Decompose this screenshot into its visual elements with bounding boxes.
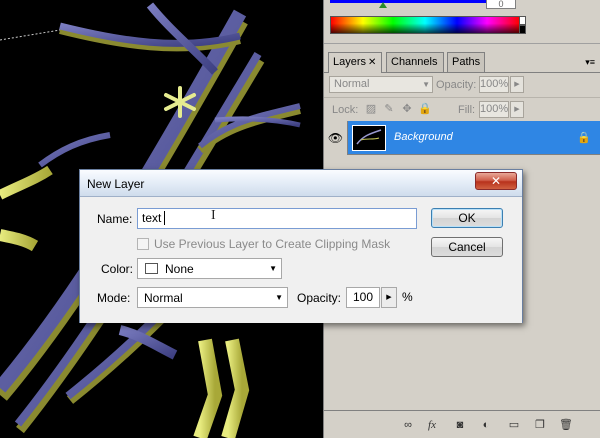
tab-close-icon[interactable]: ✕ bbox=[368, 57, 376, 68]
layer-name[interactable]: Background bbox=[394, 131, 453, 143]
spectrum-black-swatch[interactable] bbox=[520, 25, 526, 34]
dialog-content: Name: text I Use Previous Layer to Creat… bbox=[80, 198, 522, 323]
divider bbox=[324, 97, 600, 98]
eye-visibility-icon[interactable]: 👁 bbox=[324, 121, 348, 155]
tab-paths[interactable]: Paths bbox=[447, 52, 485, 72]
tab-channels[interactable]: Channels bbox=[386, 52, 444, 72]
fill-slider-arrow-icon[interactable]: ▶ bbox=[510, 101, 524, 118]
blend-mode-value: Normal bbox=[334, 78, 370, 90]
dialog-titlebar[interactable]: New Layer ✕ bbox=[80, 170, 522, 197]
lock-image-pixels-icon[interactable]: ✎ bbox=[383, 103, 395, 115]
panel-menu-icon[interactable]: ▾≡ bbox=[585, 57, 595, 68]
fill-label: Fill: bbox=[458, 104, 476, 116]
chevron-down-icon: ▼ bbox=[269, 264, 277, 273]
dialog-title: New Layer bbox=[87, 177, 145, 191]
lock-all-icon[interactable]: 🔒 bbox=[418, 103, 432, 115]
tab-paths-label: Paths bbox=[452, 56, 481, 68]
tab-channels-label: Channels bbox=[391, 56, 438, 68]
blend-mode-select[interactable]: Normal ▼ bbox=[329, 76, 433, 93]
adjustment-icon[interactable]: ◐ bbox=[478, 418, 494, 432]
new-layer-dialog: New Layer ✕ Name: text I Use Previous La… bbox=[79, 169, 523, 323]
layer-thumbnail bbox=[352, 125, 386, 151]
lock-position-icon[interactable]: ✥ bbox=[401, 103, 413, 115]
clipping-mask-checkbox[interactable] bbox=[137, 238, 149, 250]
layer-opacity-field[interactable]: 100% bbox=[479, 76, 509, 93]
color-slider-thumb[interactable] bbox=[379, 2, 387, 8]
text-caret bbox=[164, 211, 165, 225]
opacity-slider-arrow-icon[interactable]: ▶ bbox=[510, 76, 524, 93]
clipping-mask-label: Use Previous Layer to Create Clipping Ma… bbox=[154, 237, 391, 251]
tab-layers-label: Layers bbox=[333, 56, 367, 68]
fx-icon[interactable]: fx bbox=[424, 418, 440, 432]
mode-value: Normal bbox=[144, 291, 183, 305]
close-icon[interactable]: ✕ bbox=[475, 172, 517, 190]
layer-lock-icon: 🔒 bbox=[577, 132, 591, 144]
ok-button[interactable]: OK bbox=[431, 208, 503, 228]
tab-layers[interactable]: Layers ✕ bbox=[328, 52, 382, 73]
layer-row-background[interactable]: 👁 Background 🔒 bbox=[324, 121, 600, 155]
opacity-slider-arrow-icon[interactable]: ▶ bbox=[381, 287, 397, 308]
mask-icon[interactable]: ◙ bbox=[452, 418, 468, 432]
color-value: None bbox=[165, 262, 194, 276]
color-panel: 0 bbox=[324, 0, 600, 44]
opacity-field[interactable]: 100 bbox=[346, 287, 380, 308]
new-layer-icon[interactable]: ❐ bbox=[532, 418, 548, 432]
percent-label: % bbox=[402, 290, 413, 304]
fill-field[interactable]: 100% bbox=[479, 101, 509, 118]
lock-label: Lock: bbox=[332, 104, 359, 116]
link-icon[interactable]: ∞ bbox=[400, 418, 416, 432]
chevron-down-icon: ▼ bbox=[275, 293, 283, 302]
spectrum-white-swatch[interactable] bbox=[520, 16, 526, 25]
trash-icon[interactable]: 🗑 bbox=[558, 418, 574, 432]
color-value-field[interactable]: 0 bbox=[486, 0, 516, 9]
ibeam-cursor-icon: I bbox=[211, 208, 216, 223]
color-spectrum-bar[interactable] bbox=[330, 16, 520, 34]
mode-select[interactable]: Normal ▼ bbox=[137, 287, 288, 308]
layer-opacity-label: Opacity: bbox=[436, 79, 477, 91]
name-label: Name: bbox=[97, 212, 133, 226]
mode-label: Mode: bbox=[97, 291, 131, 305]
color-slider-track[interactable] bbox=[330, 0, 486, 3]
chevron-down-icon: ▼ bbox=[422, 80, 430, 89]
layers-bottom-toolbar: ∞ fx ◙ ◐ ▭ ❐ 🗑 bbox=[324, 410, 600, 438]
opacity-label: Opacity: bbox=[297, 291, 342, 305]
layer-name-input[interactable]: text bbox=[137, 208, 417, 229]
color-swatch bbox=[145, 263, 158, 274]
group-folder-icon[interactable]: ▭ bbox=[506, 418, 522, 432]
lock-transparency-icon[interactable]: ▨ bbox=[365, 103, 377, 115]
color-select[interactable]: None ▼ bbox=[137, 258, 282, 279]
color-label: Color: bbox=[101, 262, 134, 276]
cancel-button[interactable]: Cancel bbox=[431, 237, 503, 257]
